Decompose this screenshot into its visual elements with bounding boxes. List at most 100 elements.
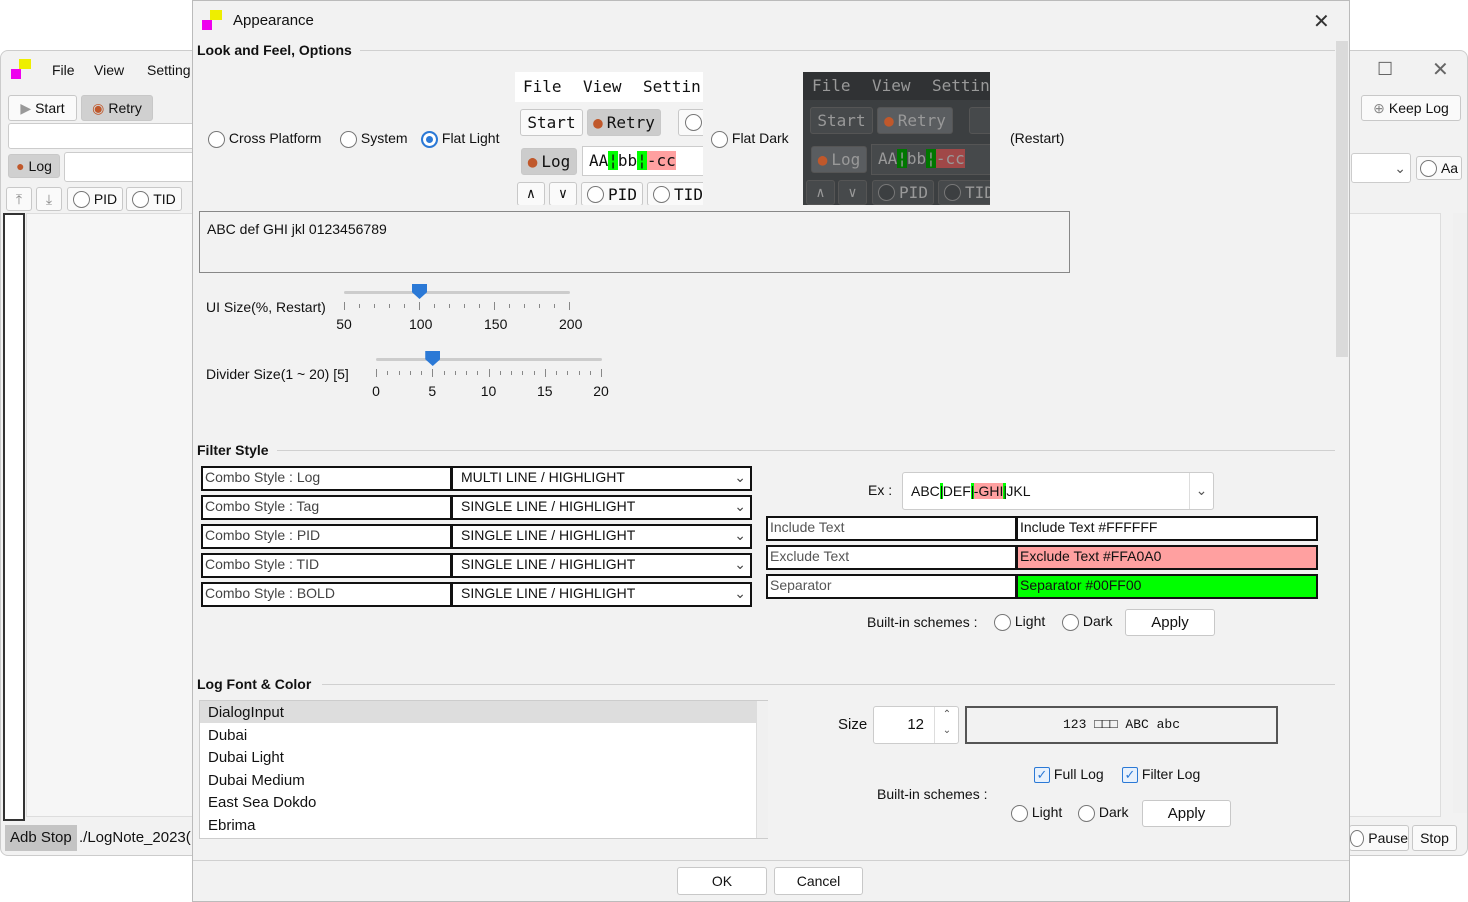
color-label: Include Text: [766, 516, 1017, 541]
slider-tick: [589, 371, 591, 375]
ui-size-slider[interactable]: 50 100 150 200: [336, 284, 582, 334]
chevron-down-icon[interactable]: ⌄: [734, 526, 746, 545]
ok-button[interactable]: OK: [677, 867, 767, 895]
chevron-down-icon[interactable]: ⌄: [734, 468, 746, 487]
color-value-field[interactable]: Exclude Text #FFA0A0: [1016, 545, 1318, 570]
pause-label: Pause: [1368, 830, 1408, 846]
dialog-logo-icon: [202, 10, 224, 32]
filter-apply-button[interactable]: Apply: [1125, 609, 1215, 636]
maximize-icon[interactable]: ☐: [1377, 59, 1393, 80]
slider-tick: [344, 302, 345, 310]
divider-slider[interactable]: 0 5 10 15 20: [372, 351, 609, 401]
size-value[interactable]: 12: [907, 716, 924, 733]
preview-log: ● Log: [811, 146, 867, 173]
chevron-down-icon[interactable]: ⌄: [734, 497, 746, 516]
sample-text: ABC def GHI jkl 0123456789: [207, 221, 387, 237]
font-list-item[interactable]: Dubai Medium: [200, 769, 756, 791]
close-window-icon[interactable]: ✕: [1432, 57, 1449, 82]
laf-cross-platform[interactable]: Cross Platform: [208, 130, 321, 148]
laf-flat-light[interactable]: Flat Light: [421, 130, 499, 148]
font-list-item[interactable]: Dubai Light: [200, 746, 756, 768]
laf-system[interactable]: System: [340, 130, 408, 148]
case-toggle[interactable]: Aa: [1416, 156, 1462, 180]
spinner-arrows-icon[interactable]: ⌃ ⌄: [934, 707, 959, 743]
tid-toggle[interactable]: TID: [126, 187, 182, 211]
font-list-scrollbar[interactable]: [756, 701, 768, 838]
font-scheme-light[interactable]: Light: [1011, 804, 1062, 822]
chevron-down-icon[interactable]: ⌄: [734, 555, 746, 574]
slider-thumb[interactable]: [412, 284, 427, 299]
slider-tick: [499, 371, 501, 375]
preview-retry-label: Retry: [606, 113, 655, 132]
color-label: Exclude Text: [766, 545, 1017, 570]
filter-scheme-dark[interactable]: Dark: [1062, 613, 1112, 631]
chevron-down-icon[interactable]: ⌄: [734, 584, 746, 603]
slider-tick-label: 20: [593, 383, 609, 399]
combo-style-select[interactable]: SINGLE LINE / HIGHLIGHT ⌄: [451, 524, 752, 549]
color-value-field[interactable]: Separator #00FF00: [1016, 574, 1318, 599]
preview-start: Start: [520, 109, 583, 136]
scroll-bottom-button[interactable]: ⤓: [36, 187, 62, 211]
filter-scheme-light[interactable]: Light: [994, 613, 1045, 631]
slider-tick-label: 50: [336, 316, 352, 332]
status-adb[interactable]: Adb Stop: [5, 825, 77, 851]
color-value-field[interactable]: Include Text #FFFFFF: [1016, 516, 1318, 541]
preview-sample: AA¦bb¦-cc: [871, 144, 990, 175]
preview-menu-file: File: [812, 76, 851, 95]
combo-style-select[interactable]: SINGLE LINE / HIGHLIGHT ⌄: [451, 582, 752, 607]
slider-tick: [387, 371, 389, 375]
slider-tick: [569, 302, 570, 310]
device-input[interactable]: [8, 123, 198, 149]
font-apply-button[interactable]: Apply: [1142, 800, 1231, 827]
font-list-item[interactable]: Dubai: [200, 724, 756, 746]
ex-combo[interactable]: ABC|DEF|-GHI|JKL ⌄: [902, 472, 1214, 510]
start-button[interactable]: ▶ Start: [8, 95, 77, 121]
font-list-item[interactable]: Ebrima: [200, 814, 756, 836]
slider-tick: [389, 304, 390, 308]
slider-tick: [404, 304, 405, 308]
slider-tick-label: 100: [409, 316, 433, 332]
font-list-item[interactable]: DialogInput: [200, 701, 756, 723]
retry-button[interactable]: ◉ Retry: [81, 95, 153, 121]
font-list[interactable]: DialogInput Dubai Dubai Light Dubai Medium E…: [199, 700, 768, 839]
preview-pid: PID: [872, 180, 934, 205]
filter-log-checkbox[interactable]: ✓ Filter Log: [1122, 766, 1200, 784]
slider-tick: [511, 371, 512, 375]
scroll-top-button[interactable]: ⤒: [6, 187, 32, 211]
font-list-item[interactable]: East Sea Dokdo: [200, 791, 756, 813]
vertical-scrollbar[interactable]: [1453, 213, 1467, 813]
preview-retry-icon: ●: [593, 113, 603, 132]
preview-start: Start: [810, 107, 873, 134]
slider-tick: [466, 371, 467, 375]
dialog-close-icon[interactable]: ✕: [1313, 9, 1330, 34]
preview-up: ∧: [517, 182, 545, 205]
preview-log-label: Log: [541, 152, 571, 171]
combo-style-select[interactable]: SINGLE LINE / HIGHLIGHT ⌄: [451, 495, 752, 520]
log-toggle[interactable]: ● Log: [8, 154, 60, 178]
log-dot-icon: ●: [16, 158, 25, 174]
pause-button[interactable]: Pause: [1349, 825, 1409, 851]
size-spinner[interactable]: 12 ⌃ ⌄: [873, 706, 959, 744]
slider-tick: [524, 304, 525, 308]
combo-style-select[interactable]: SINGLE LINE / HIGHLIGHT ⌄: [451, 553, 752, 578]
chevron-down-icon[interactable]: ⌄: [1189, 473, 1213, 509]
full-log-checkbox[interactable]: ✓ Full Log: [1034, 766, 1104, 784]
log-filter-input[interactable]: [64, 152, 204, 182]
slider-tick: [432, 369, 434, 377]
preview-menu-setting: Settin: [932, 76, 990, 95]
slider-thumb[interactable]: [425, 351, 441, 366]
pid-toggle[interactable]: PID: [67, 187, 123, 211]
menu-file[interactable]: File: [52, 62, 75, 78]
slider-tick: [567, 371, 569, 375]
font-scheme-dark[interactable]: Dark: [1078, 804, 1128, 822]
dialog-scrollbar[interactable]: [1336, 41, 1348, 357]
slider-tick: [449, 304, 450, 308]
menu-view[interactable]: View: [94, 62, 124, 78]
filter-dropdown[interactable]: ⌄: [1351, 153, 1411, 183]
laf-flat-dark[interactable]: Flat Dark: [711, 130, 789, 148]
stop-button[interactable]: Stop: [1412, 825, 1457, 851]
menu-setting[interactable]: Setting: [147, 62, 191, 78]
keep-log-button[interactable]: ⊕ Keep Log: [1361, 95, 1461, 121]
cancel-button[interactable]: Cancel: [774, 867, 863, 895]
combo-style-select[interactable]: MULTI LINE / HIGHLIGHT ⌄: [451, 466, 752, 491]
